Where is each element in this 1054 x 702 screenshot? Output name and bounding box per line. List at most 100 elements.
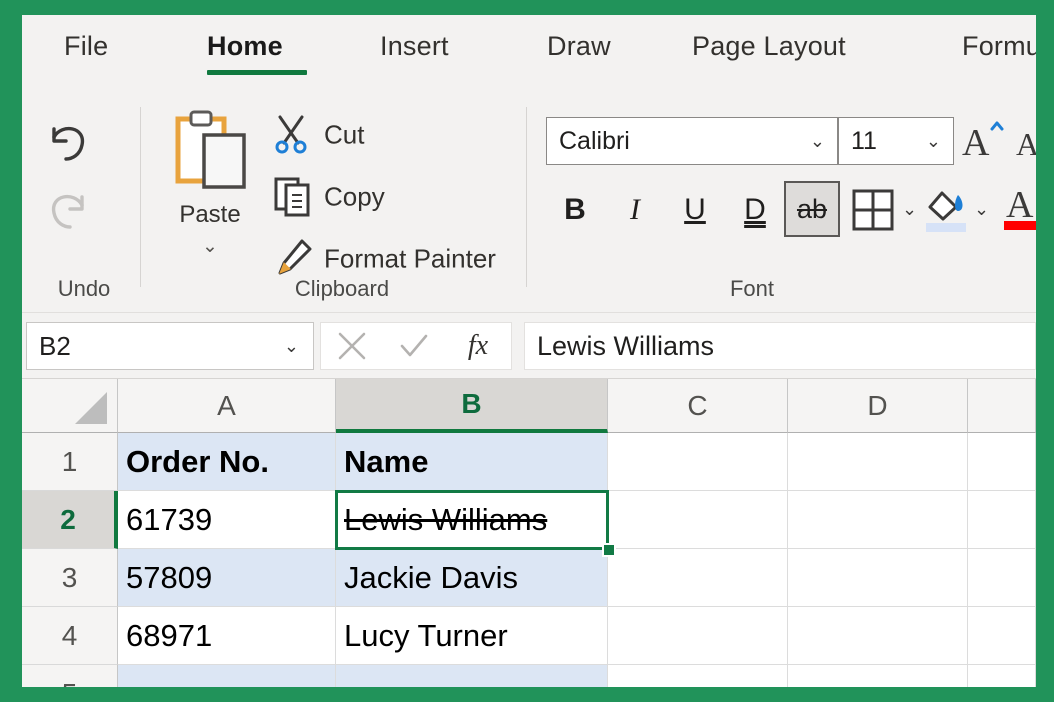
paste-dropdown-caret[interactable]: ⌄ <box>162 235 258 258</box>
cell-e1[interactable] <box>968 433 1036 491</box>
font-size-caret-icon[interactable]: ⌄ <box>926 131 953 152</box>
name-box-value: B2 <box>27 331 284 362</box>
cell-d5[interactable] <box>788 665 968 687</box>
group-label-undo: Undo <box>32 276 136 302</box>
cell-e2[interactable] <box>968 491 1036 549</box>
cell-c5[interactable] <box>608 665 788 687</box>
tab-formulas[interactable]: Formu <box>962 31 1036 62</box>
excel-window-frame: File Home Insert Draw Page Layout Formu <box>0 0 1054 702</box>
enter-check-icon <box>397 329 431 363</box>
group-divider-undo <box>140 107 141 287</box>
undo-button[interactable] <box>40 115 96 171</box>
tab-home[interactable]: Home <box>207 31 283 62</box>
tab-insert[interactable]: Insert <box>380 31 449 62</box>
cell-d3[interactable] <box>788 549 968 607</box>
group-label-font: Font <box>542 276 962 302</box>
formula-input[interactable]: Lewis Williams <box>524 322 1036 370</box>
increase-font-size-button[interactable]: A <box>960 117 1008 165</box>
tab-file[interactable]: File <box>64 31 108 62</box>
font-color-swatch <box>1004 221 1036 230</box>
cell-a3[interactable]: 57809 <box>118 549 336 607</box>
cancel-formula-button[interactable] <box>321 323 383 369</box>
select-all-triangle-icon <box>75 392 107 424</box>
clipboard-paste-icon <box>162 109 258 197</box>
formula-bar: B2 ⌄ fx Lewis Williams <box>22 313 1036 379</box>
cell-b3[interactable]: Jackie Davis <box>336 549 608 607</box>
fill-color-swatch <box>926 223 966 232</box>
font-family-caret-icon[interactable]: ⌄ <box>810 131 837 152</box>
paintbrush-icon <box>272 237 314 279</box>
cell-b2[interactable]: Lewis Williams <box>336 491 608 549</box>
cell-e3[interactable] <box>968 549 1036 607</box>
group-divider-clipboard <box>526 107 527 287</box>
tab-page-layout[interactable]: Page Layout <box>692 31 846 62</box>
italic-button[interactable]: I <box>612 187 658 233</box>
redo-button[interactable] <box>40 183 96 239</box>
font-size-combo[interactable]: 11 ⌄ <box>838 117 954 165</box>
fill-handle[interactable] <box>602 543 616 557</box>
fill-color-button[interactable] <box>924 185 970 235</box>
cell-b4[interactable]: Lucy Turner <box>336 607 608 665</box>
name-box[interactable]: B2 ⌄ <box>26 322 314 370</box>
cell-d4[interactable] <box>788 607 968 665</box>
cell-a4[interactable]: 68971 <box>118 607 336 665</box>
tab-draw[interactable]: Draw <box>547 31 611 62</box>
cell-a1-text: Order No. <box>118 444 269 480</box>
group-label-clipboard: Clipboard <box>162 276 522 302</box>
cell-c3[interactable] <box>608 549 788 607</box>
column-header-c[interactable]: C <box>608 379 788 433</box>
column-header-e[interactable] <box>968 379 1036 433</box>
borders-grid-icon <box>850 187 896 233</box>
cell-a2-text: 61739 <box>118 502 212 538</box>
cell-e4[interactable] <box>968 607 1036 665</box>
bold-button[interactable]: B <box>552 187 598 233</box>
svg-text:A: A <box>1016 126 1036 162</box>
font-size-value: 11 <box>839 127 926 156</box>
cell-c2[interactable] <box>608 491 788 549</box>
cell-b2-text: Lewis Williams <box>336 502 547 538</box>
formula-action-buttons: fx <box>320 322 512 370</box>
double-underline-button[interactable]: D <box>732 187 778 233</box>
font-color-a-icon: A <box>1000 183 1036 223</box>
cell-e5[interactable] <box>968 665 1036 687</box>
cell-c4[interactable] <box>608 607 788 665</box>
column-header-d[interactable]: D <box>788 379 968 433</box>
decrease-font-size-button[interactable]: A <box>1014 117 1036 165</box>
fill-color-caret-icon[interactable]: ⌄ <box>974 199 989 220</box>
underline-button[interactable]: U <box>672 187 718 233</box>
font-color-button[interactable]: A <box>1000 183 1036 235</box>
cell-d1[interactable] <box>788 433 968 491</box>
borders-button[interactable] <box>850 187 896 233</box>
name-box-caret-icon[interactable]: ⌄ <box>284 336 313 357</box>
tab-home-underline <box>207 70 307 75</box>
cell-a1[interactable]: Order No. <box>118 433 336 491</box>
font-family-combo[interactable]: Calibri ⌄ <box>546 117 838 165</box>
cell-a2[interactable]: 61739 <box>118 491 336 549</box>
strikethrough-button[interactable]: ab <box>784 181 840 237</box>
borders-caret-icon[interactable]: ⌄ <box>902 199 917 220</box>
cell-a3-text: 57809 <box>118 560 212 596</box>
copy-button[interactable]: Copy <box>272 173 522 221</box>
row-header-3[interactable]: 3 <box>22 549 118 607</box>
enter-formula-button[interactable] <box>383 323 445 369</box>
spreadsheet-grid: A B C D 1 Order No. Name 2 61739 Lewis W… <box>22 379 1036 687</box>
row-header-2[interactable]: 2 <box>22 491 118 549</box>
column-header-a[interactable]: A <box>118 379 336 433</box>
ribbon-tab-strip: File Home Insert Draw Page Layout Formu <box>22 15 1036 95</box>
cut-button[interactable]: Cut <box>272 111 522 159</box>
select-all-button[interactable] <box>22 379 118 433</box>
cell-b1[interactable]: Name <box>336 433 608 491</box>
decrease-font-size-icon: A <box>1014 117 1036 165</box>
column-header-b[interactable]: B <box>336 379 608 433</box>
cell-c1[interactable] <box>608 433 788 491</box>
cell-d2[interactable] <box>788 491 968 549</box>
row-header-5[interactable]: 5 <box>22 665 118 687</box>
cell-a5[interactable] <box>118 665 336 687</box>
cell-b5[interactable] <box>336 665 608 687</box>
cancel-x-icon <box>335 329 369 363</box>
insert-function-button[interactable]: fx <box>447 323 509 369</box>
paste-button[interactable]: Paste ⌄ <box>162 109 258 299</box>
row-header-1[interactable]: 1 <box>22 433 118 491</box>
row-header-4[interactable]: 4 <box>22 607 118 665</box>
formula-input-value: Lewis Williams <box>525 331 714 362</box>
